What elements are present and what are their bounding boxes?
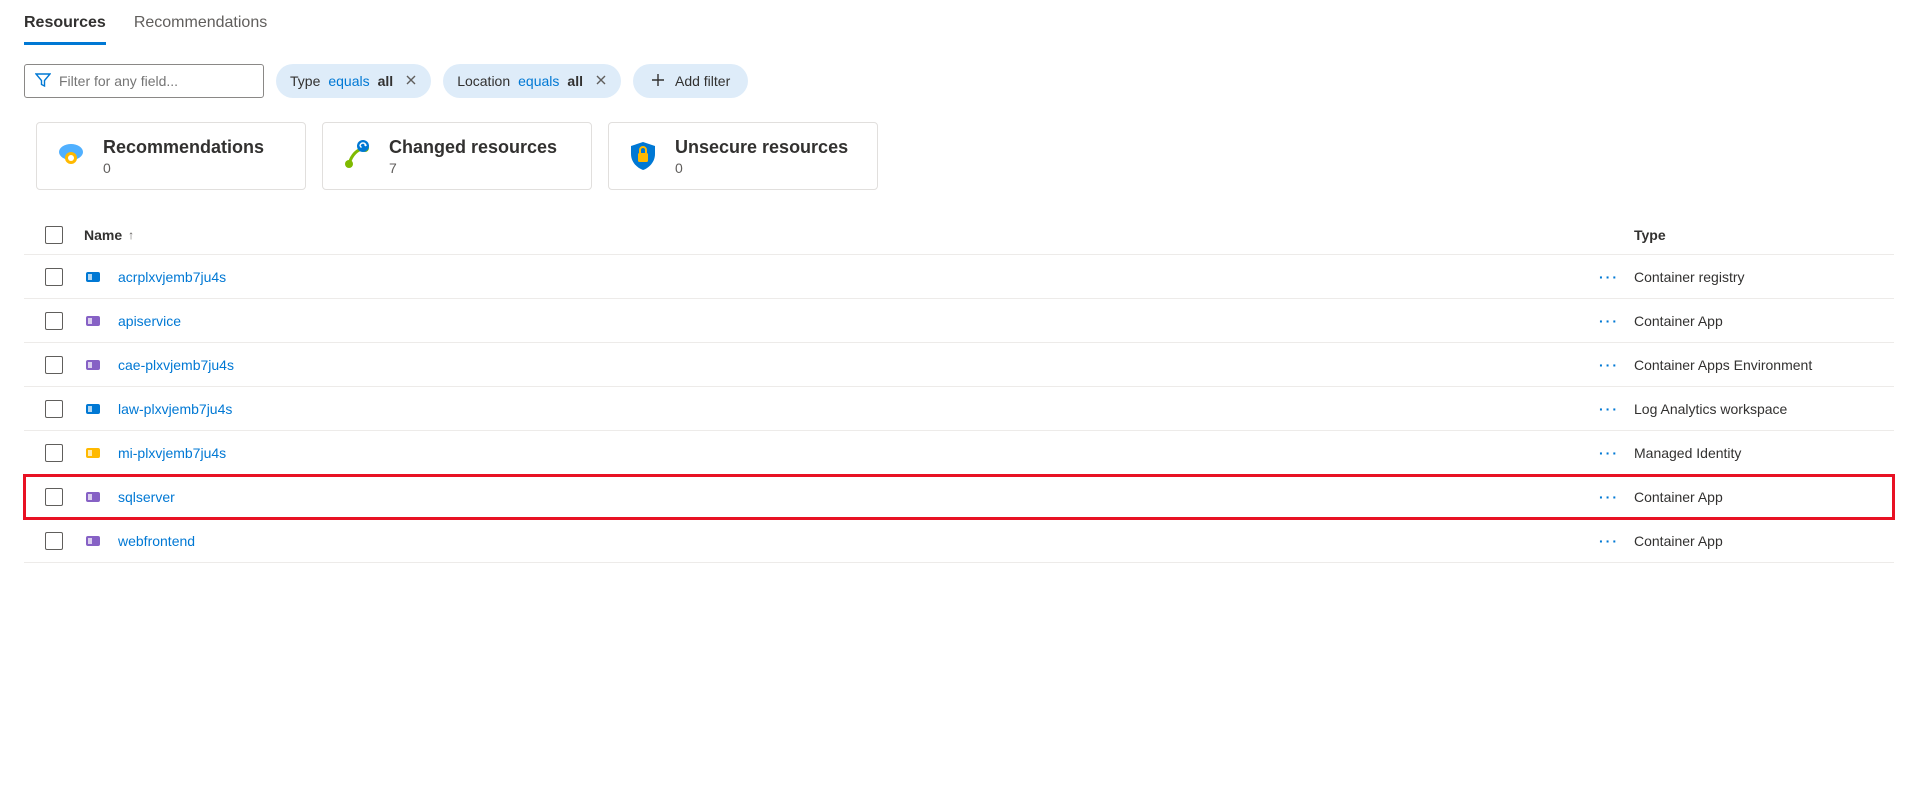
table-row: mi-plxvjemb7ju4s ··· Managed Identity: [24, 431, 1894, 475]
cards-row: Recommendations 0 Changed resources 7 Unsecu…: [0, 98, 1918, 190]
column-header-type-label: Type: [1634, 227, 1666, 243]
tabs-row: Resources Recommendations: [0, 8, 1918, 46]
resource-icon: [84, 268, 102, 286]
card-title: Recommendations: [103, 137, 264, 158]
select-all-checkbox[interactable]: [45, 226, 63, 244]
plus-icon: [651, 73, 665, 90]
resource-type: Container App: [1634, 313, 1894, 329]
resource-icon: [84, 312, 102, 330]
resource-link[interactable]: acrplxvjemb7ju4s: [118, 269, 226, 285]
row-checkbox[interactable]: [45, 532, 63, 550]
resource-icon: [84, 532, 102, 550]
resource-icon: [84, 356, 102, 374]
changed-icon: [339, 138, 375, 174]
resource-type: Managed Identity: [1634, 445, 1894, 461]
row-checkbox[interactable]: [45, 268, 63, 286]
filter-value: all: [567, 73, 583, 89]
filter-value: all: [378, 73, 394, 89]
row-checkbox[interactable]: [45, 400, 63, 418]
resource-icon: [84, 444, 102, 462]
card-count: 0: [103, 160, 264, 176]
resource-type: Container Apps Environment: [1634, 357, 1894, 373]
table-row: cae-plxvjemb7ju4s ··· Container Apps Env…: [24, 343, 1894, 387]
row-checkbox[interactable]: [45, 356, 63, 374]
card-title: Changed resources: [389, 137, 557, 158]
card-recommendation[interactable]: Recommendations 0: [36, 122, 306, 190]
table-row: sqlserver ··· Container App: [24, 475, 1894, 519]
resource-type: Log Analytics workspace: [1634, 401, 1894, 417]
filter-input-container[interactable]: [24, 64, 264, 98]
row-menu-button[interactable]: ···: [1599, 357, 1619, 373]
filter-pill-type[interactable]: Type equals all: [276, 64, 431, 98]
resource-type: Container App: [1634, 489, 1894, 505]
row-menu-button[interactable]: ···: [1599, 401, 1619, 417]
sort-ascending-icon: ↑: [128, 228, 134, 242]
filter-field: Type: [290, 73, 320, 89]
card-changed[interactable]: Changed resources 7: [322, 122, 592, 190]
row-checkbox[interactable]: [45, 312, 63, 330]
table-row: acrplxvjemb7ju4s ··· Container registry: [24, 255, 1894, 299]
row-checkbox[interactable]: [45, 444, 63, 462]
add-filter-label: Add filter: [675, 73, 730, 89]
card-count: 7: [389, 160, 557, 176]
row-menu-button[interactable]: ···: [1599, 269, 1619, 285]
row-checkbox[interactable]: [45, 488, 63, 506]
card-title: Unsecure resources: [675, 137, 848, 158]
filter-icon: [35, 72, 51, 91]
resource-link[interactable]: law-plxvjemb7ju4s: [118, 401, 232, 417]
row-menu-button[interactable]: ···: [1599, 445, 1619, 461]
resources-table: Name ↑ Type acrplxvjemb7ju4s ··· Contain…: [0, 190, 1918, 563]
resource-link[interactable]: webfrontend: [118, 533, 195, 549]
resource-icon: [84, 400, 102, 418]
resource-link[interactable]: mi-plxvjemb7ju4s: [118, 445, 226, 461]
filter-row: Type equals allLocation equals all Add f…: [0, 46, 1918, 98]
header-checkbox-cell: [24, 226, 84, 244]
card-count: 0: [675, 160, 848, 176]
resource-type: Container registry: [1634, 269, 1894, 285]
close-icon[interactable]: [595, 73, 607, 89]
row-menu-button[interactable]: ···: [1599, 489, 1619, 505]
table-row: apiservice ··· Container App: [24, 299, 1894, 343]
recommendation-icon: [53, 138, 89, 174]
column-header-type[interactable]: Type: [1634, 227, 1894, 243]
filter-pill-location[interactable]: Location equals all: [443, 64, 621, 98]
filter-input[interactable]: [59, 73, 253, 89]
tab-resources[interactable]: Resources: [24, 8, 106, 45]
column-header-name[interactable]: Name ↑: [84, 227, 1584, 243]
column-header-name-label: Name: [84, 227, 122, 243]
resource-link[interactable]: sqlserver: [118, 489, 175, 505]
filter-field: Location: [457, 73, 510, 89]
unsecure-icon: [625, 138, 661, 174]
filter-operator: equals: [518, 73, 559, 89]
close-icon[interactable]: [405, 73, 417, 89]
resource-link[interactable]: apiservice: [118, 313, 181, 329]
resource-type: Container App: [1634, 533, 1894, 549]
add-filter-button[interactable]: Add filter: [633, 64, 748, 98]
tab-recommendations[interactable]: Recommendations: [134, 8, 267, 45]
resource-link[interactable]: cae-plxvjemb7ju4s: [118, 357, 234, 373]
table-header: Name ↑ Type: [24, 220, 1894, 255]
table-row: webfrontend ··· Container App: [24, 519, 1894, 563]
resource-icon: [84, 488, 102, 506]
table-row: law-plxvjemb7ju4s ··· Log Analytics work…: [24, 387, 1894, 431]
card-unsecure[interactable]: Unsecure resources 0: [608, 122, 878, 190]
row-menu-button[interactable]: ···: [1599, 533, 1619, 549]
filter-operator: equals: [328, 73, 369, 89]
row-menu-button[interactable]: ···: [1599, 313, 1619, 329]
